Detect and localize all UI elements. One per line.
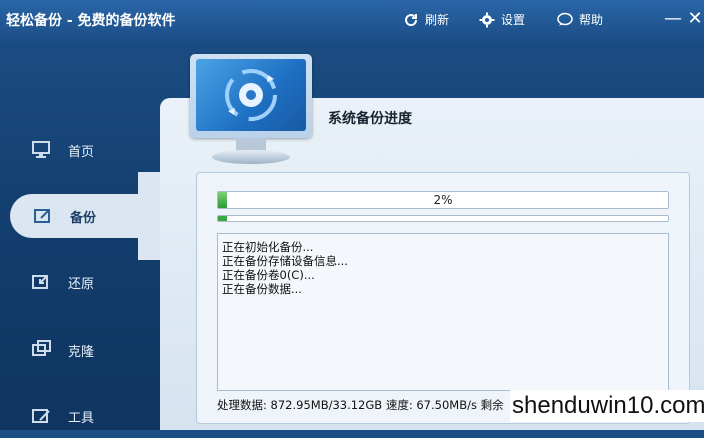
sidebar: 首页 备份 还原 克隆 工具 [0, 42, 160, 430]
sidebar-item-home[interactable]: 首页 [0, 128, 160, 172]
close-button[interactable]: ✕ [684, 8, 704, 30]
sidebar-item-label: 还原 [68, 276, 95, 292]
refresh-icon [403, 12, 419, 28]
refresh-button[interactable]: 刷新 [403, 11, 449, 28]
backup-icon [32, 204, 56, 228]
refresh-label: 刷新 [425, 13, 450, 27]
settings-label: 设置 [501, 13, 526, 27]
log-line: 正在备份数据... [222, 282, 302, 296]
tools-icon [30, 404, 54, 428]
log-box: 正在初始化备份... 正在备份存储设备信息... 正在备份卷0(C)... 正在… [217, 233, 669, 391]
sub-progress-bar [217, 215, 669, 222]
sidebar-item-clone[interactable]: 克隆 [0, 328, 160, 372]
sidebar-item-tools[interactable]: 工具 [0, 394, 160, 438]
sidebar-item-label: 工具 [68, 410, 95, 426]
status-text: 处理数据: 872.95MB/33.12GB 速度: 67.50MB/s 剩余 [217, 398, 504, 412]
progress-container: 2% 正在初始化备份... 正在备份存储设备信息... 正在备份卷0(C)...… [196, 172, 690, 424]
sidebar-item-backup[interactable]: 备份 [10, 172, 160, 260]
clone-icon [30, 338, 54, 362]
backup-monitor-illustration [190, 54, 312, 166]
gear-sync-icon [225, 69, 277, 121]
help-button[interactable]: 帮助 [557, 11, 603, 28]
sub-progress-fill [218, 216, 227, 221]
main-panel: 系统备份进度 2% 正在初始化备份... 正在备份存储设备信息... 正在备份卷… [160, 54, 704, 430]
progress-percent: 2% [433, 193, 453, 207]
watermark: shenduwin10.com [510, 390, 704, 422]
minimize-button[interactable]: — [662, 8, 684, 30]
sidebar-item-label: 克隆 [68, 344, 95, 360]
page-title: 系统备份进度 [328, 111, 412, 127]
app-title: 轻松备份 - 免费的备份软件 [6, 13, 176, 29]
monitor-home-icon [30, 138, 54, 162]
gear-icon [479, 12, 495, 28]
sidebar-item-label: 首页 [68, 144, 95, 160]
title-bar: 轻松备份 - 免费的备份软件 刷新 设置 帮助 — ✕ [0, 0, 704, 42]
help-label: 帮助 [579, 13, 604, 27]
settings-button[interactable]: 设置 [479, 11, 525, 28]
overall-progress-bar: 2% [217, 191, 669, 209]
help-bubble-icon [557, 12, 573, 28]
restore-icon [30, 270, 54, 294]
sidebar-item-label: 备份 [70, 210, 97, 226]
sidebar-item-restore[interactable]: 还原 [0, 260, 160, 304]
monitor-screen [190, 54, 312, 138]
